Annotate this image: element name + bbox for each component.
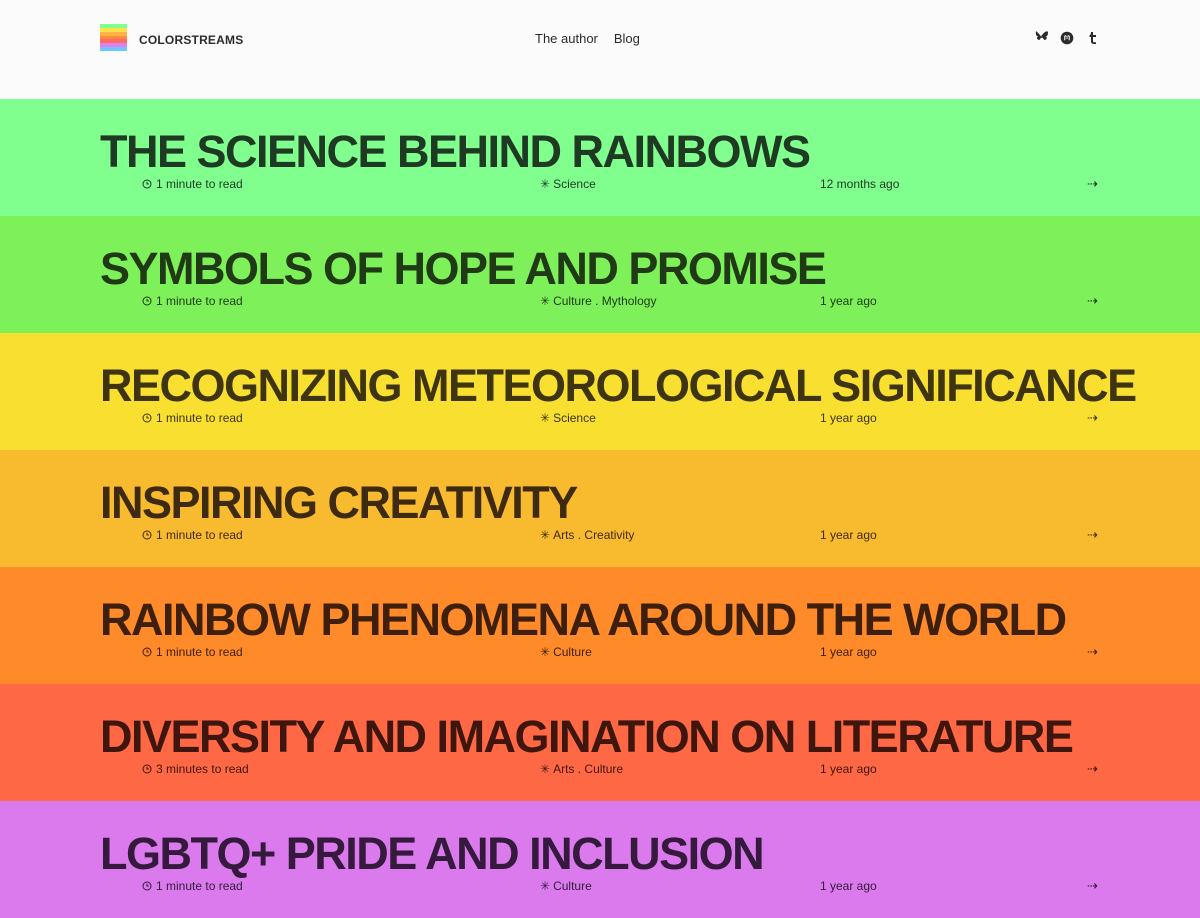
post-meta: 1 minute to read ✳ Arts . Creativity 1 y… <box>0 527 1200 543</box>
read-time: 1 minute to read <box>142 527 243 543</box>
asterisk-icon: ✳ <box>540 645 551 659</box>
post-date: 1 year ago <box>820 294 877 308</box>
read-time-label: 1 minute to read <box>156 528 243 542</box>
post-date: 1 year ago <box>820 645 877 659</box>
category-label[interactable]: Arts . Creativity <box>553 527 634 543</box>
arrow-right-icon[interactable]: ⇢ <box>1087 527 1098 543</box>
post-category[interactable]: ✳ Culture <box>540 878 592 894</box>
post-meta: 1 minute to read ✳ Science 12 months ago… <box>0 176 1200 192</box>
post-row[interactable]: LGBTQ+ PRIDE AND INCLUSION 1 minute to r… <box>0 801 1200 918</box>
post-row[interactable]: RAINBOW PHENOMENA AROUND THE WORLD 1 min… <box>0 567 1200 684</box>
post-category[interactable]: ✳ Arts . Culture <box>540 761 623 777</box>
post-title[interactable]: SYMBOLS OF HOPE AND PROMISE <box>100 246 827 292</box>
nav-link-blog[interactable]: Blog <box>614 31 640 46</box>
arrow-right-icon[interactable]: ⇢ <box>1087 176 1098 192</box>
clock-icon <box>142 530 152 540</box>
clock-icon <box>142 647 152 657</box>
category-label[interactable]: Culture <box>553 878 592 894</box>
arrow-right-icon[interactable]: ⇢ <box>1087 410 1098 426</box>
site-logo[interactable] <box>100 24 127 52</box>
post-list: THE SCIENCE BEHIND RAINBOWS 1 minute to … <box>0 99 1200 918</box>
post-meta: 1 minute to read ✳ Culture 1 year ago ⇢ <box>0 644 1200 660</box>
category-label[interactable]: Culture . Mythology <box>553 293 656 309</box>
post-date: 1 year ago <box>820 528 877 542</box>
read-time-label: 3 minutes to read <box>156 762 249 776</box>
post-title[interactable]: RECOGNIZING METEOROLOGICAL SIGNIFICANCE <box>100 363 1137 409</box>
clock-icon <box>142 179 152 189</box>
arrow-right-icon[interactable]: ⇢ <box>1087 644 1098 660</box>
read-time-label: 1 minute to read <box>156 294 243 308</box>
arrow-right-icon[interactable]: ⇢ <box>1087 293 1098 309</box>
post-category[interactable]: ✳ Science <box>540 176 596 192</box>
category-label[interactable]: Arts . Culture <box>553 761 623 777</box>
post-category[interactable]: ✳ Culture . Mythology <box>540 293 656 309</box>
bluesky-icon[interactable] <box>1033 30 1048 45</box>
asterisk-icon: ✳ <box>540 528 551 542</box>
category-label[interactable]: Science <box>553 410 596 426</box>
post-row[interactable]: RECOGNIZING METEOROLOGICAL SIGNIFICANCE … <box>0 333 1200 450</box>
read-time: 1 minute to read <box>142 410 243 426</box>
post-title[interactable]: THE SCIENCE BEHIND RAINBOWS <box>100 129 811 175</box>
post-title[interactable]: LGBTQ+ PRIDE AND INCLUSION <box>100 831 765 877</box>
post-meta: 1 minute to read ✳ Culture 1 year ago ⇢ <box>0 878 1200 894</box>
read-time-label: 1 minute to read <box>156 645 243 659</box>
social-links <box>1033 30 1100 45</box>
asterisk-icon: ✳ <box>540 762 551 776</box>
post-category[interactable]: ✳ Culture <box>540 644 592 660</box>
post-row[interactable]: DIVERSITY AND IMAGINATION ON LITERATURE … <box>0 684 1200 801</box>
clock-icon <box>142 413 152 423</box>
arrow-right-icon[interactable]: ⇢ <box>1087 878 1098 894</box>
post-date: 1 year ago <box>820 879 877 893</box>
logo-stripe <box>100 47 127 52</box>
category-label[interactable]: Science <box>553 176 596 192</box>
arrow-right-icon[interactable]: ⇢ <box>1087 761 1098 777</box>
read-time-label: 1 minute to read <box>156 879 243 893</box>
post-title[interactable]: INSPIRING CREATIVITY <box>100 480 578 526</box>
clock-icon <box>142 881 152 891</box>
read-time-label: 1 minute to read <box>156 177 243 191</box>
asterisk-icon: ✳ <box>540 411 551 425</box>
post-row[interactable]: SYMBOLS OF HOPE AND PROMISE 1 minute to … <box>0 216 1200 333</box>
read-time: 1 minute to read <box>142 878 243 894</box>
clock-icon <box>142 764 152 774</box>
main-nav: The author Blog <box>535 31 640 46</box>
read-time: 1 minute to read <box>142 176 243 192</box>
tumblr-icon[interactable] <box>1085 30 1100 45</box>
post-date: 1 year ago <box>820 411 877 425</box>
post-date: 1 year ago <box>820 762 877 776</box>
post-meta: 1 minute to read ✳ Science 1 year ago ⇢ <box>0 410 1200 426</box>
nav-link-author[interactable]: The author <box>535 31 598 46</box>
category-label[interactable]: Culture <box>553 644 592 660</box>
clock-icon <box>142 296 152 306</box>
read-time: 1 minute to read <box>142 644 243 660</box>
read-time: 3 minutes to read <box>142 761 249 777</box>
read-time-label: 1 minute to read <box>156 411 243 425</box>
post-date: 12 months ago <box>820 177 900 191</box>
asterisk-icon: ✳ <box>540 879 551 893</box>
post-meta: 1 minute to read ✳ Culture . Mythology 1… <box>0 293 1200 309</box>
asterisk-icon: ✳ <box>540 294 551 308</box>
read-time: 1 minute to read <box>142 293 243 309</box>
post-category[interactable]: ✳ Science <box>540 410 596 426</box>
site-header: COLORSTREAMS The author Blog <box>0 0 1200 99</box>
post-row[interactable]: THE SCIENCE BEHIND RAINBOWS 1 minute to … <box>0 99 1200 216</box>
post-meta: 3 minutes to read ✳ Arts . Culture 1 yea… <box>0 761 1200 777</box>
post-title[interactable]: DIVERSITY AND IMAGINATION ON LITERATURE <box>100 714 1074 760</box>
mastodon-icon[interactable] <box>1059 30 1074 45</box>
asterisk-icon: ✳ <box>540 177 551 191</box>
site-name[interactable]: COLORSTREAMS <box>139 33 243 47</box>
post-category[interactable]: ✳ Arts . Creativity <box>540 527 634 543</box>
post-row[interactable]: INSPIRING CREATIVITY 1 minute to read ✳ … <box>0 450 1200 567</box>
post-title[interactable]: RAINBOW PHENOMENA AROUND THE WORLD <box>100 597 1067 643</box>
